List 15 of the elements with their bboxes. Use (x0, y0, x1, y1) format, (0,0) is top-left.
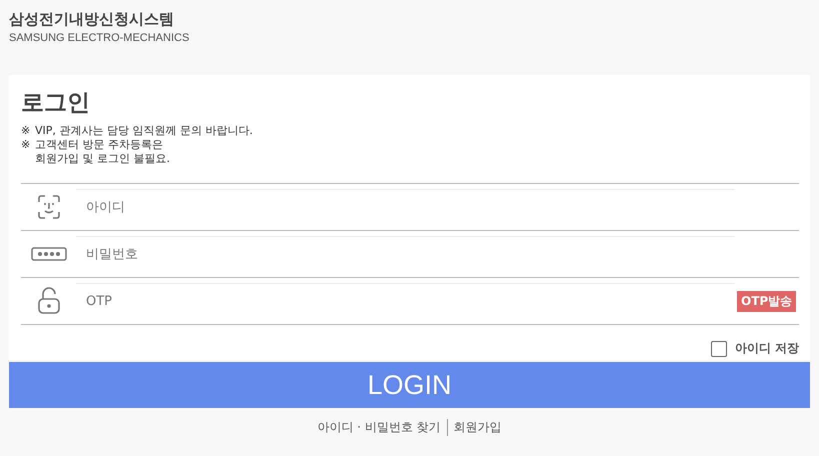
notice-text: 고객센터 방문 주차등록은 (35, 138, 163, 152)
note-mark: ※ (21, 124, 32, 138)
note-mark: ※ (21, 138, 32, 152)
footer-link[interactable]: 아이디 · 비밀번호 찾기 (311, 419, 447, 436)
footer-link[interactable]: 회원가입 (446, 419, 508, 436)
site-subtitle: SAMSUNG ELECTRO-MECHANICS (9, 32, 190, 44)
face-scan-icon (36, 194, 60, 220)
site-title: 삼성전기내방신청시스템 (9, 10, 174, 29)
notice-text: VIP, 관계사는 담당 임직원께 문의 바랍니다. (35, 124, 253, 138)
remember-label: 아이디 저장 (734, 340, 799, 357)
remember-checkbox[interactable] (710, 340, 727, 356)
lock-icon (36, 287, 60, 315)
notice-text: 회원가입 및 로그인 불필요. (35, 152, 170, 166)
password-icon (30, 247, 66, 261)
login-heading: 로그인 (21, 89, 90, 118)
